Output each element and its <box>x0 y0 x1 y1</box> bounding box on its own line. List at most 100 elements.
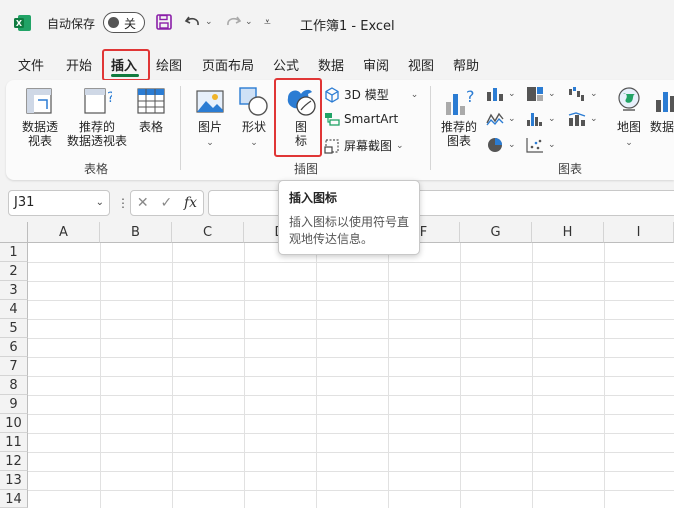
gridline <box>28 338 674 339</box>
pie-chart-button[interactable]: ⌄ <box>486 137 516 153</box>
name-box-dropdown-icon[interactable]: ⌄ <box>96 191 104 215</box>
pictures-button[interactable]: 图片 ⌄ <box>192 120 228 150</box>
tab-review[interactable]: 审阅 <box>363 55 389 74</box>
line-chart-button[interactable]: ⌄ <box>486 111 516 127</box>
title-bar: X 自动保存 关 ⌄ ⌄ ⩡ 工作簿1 - Excel <box>0 0 674 46</box>
spreadsheet-grid[interactable]: A B C D E F G H I 1 2 3 4 5 6 7 8 9 10 1… <box>0 222 674 508</box>
row-header[interactable]: 11 <box>0 433 28 452</box>
row-header[interactable]: 13 <box>0 471 28 490</box>
tab-formulas[interactable]: 公式 <box>273 55 299 74</box>
gridline <box>28 262 674 263</box>
3d-models-button[interactable]: 3D 模型 ⌄ <box>324 86 418 103</box>
maps-button[interactable]: 地图 ⌄ <box>610 120 648 150</box>
smartart-button[interactable]: SmartArt <box>324 111 398 127</box>
waterfall-chart-icon <box>569 87 584 101</box>
screenshot-button[interactable]: 屏幕截图 ⌄ <box>324 137 404 154</box>
redo-dropdown-icon[interactable]: ⌄ <box>245 12 253 32</box>
name-box[interactable]: J31 ⌄ <box>8 190 110 216</box>
ribbon-separator <box>180 86 181 170</box>
tab-home[interactable]: 开始 <box>66 55 92 74</box>
autosave-state: 关 <box>124 17 137 31</box>
row-header[interactable]: 7 <box>0 357 28 376</box>
smartart-icon <box>325 113 340 126</box>
save-icon[interactable] <box>155 12 173 32</box>
pivot-chart-button[interactable]: 数据 <box>650 120 674 134</box>
pivot-table-button[interactable]: 数据透 视表 <box>18 120 62 148</box>
gridline <box>28 395 674 396</box>
hierarchy-chart-icon <box>527 87 543 101</box>
tab-view[interactable]: 视图 <box>408 55 434 74</box>
svg-text:?: ? <box>107 90 112 106</box>
row-header[interactable]: 8 <box>0 376 28 395</box>
row-header[interactable]: 9 <box>0 395 28 414</box>
column-header[interactable]: I <box>604 222 674 243</box>
pivot-table-icon <box>26 88 52 114</box>
waterfall-chart-button[interactable]: ⌄ <box>568 86 598 102</box>
row-header[interactable]: 12 <box>0 452 28 471</box>
table-icon <box>137 88 165 114</box>
scatter-chart-dropdown-icon: ⌄ <box>548 140 556 150</box>
document-title: 工作簿1 - Excel <box>300 19 395 34</box>
maps-globe-icon <box>618 87 640 111</box>
recommended-charts-button[interactable]: 推荐的 图表 <box>438 120 480 148</box>
gridline <box>172 243 173 508</box>
gridline <box>460 243 461 508</box>
select-all-corner[interactable] <box>0 222 28 243</box>
cancel-icon[interactable]: ✕ <box>137 195 149 211</box>
highlight-insert-tab <box>102 49 150 81</box>
gridline <box>28 414 674 415</box>
column-chart-button[interactable]: ⌄ <box>486 86 516 102</box>
gridline <box>28 300 674 301</box>
row-header[interactable]: 4 <box>0 300 28 319</box>
recommended-pivot-button[interactable]: 推荐的 数据透视表 <box>64 120 130 148</box>
highlight-icons-button <box>274 78 322 157</box>
hierarchy-chart-dropdown-icon: ⌄ <box>548 89 556 99</box>
autosave-toggle[interactable]: 关 <box>103 12 145 33</box>
row-header[interactable]: 3 <box>0 281 28 300</box>
table-button[interactable]: 表格 <box>132 120 170 134</box>
recommended-pivot-icon: ? <box>84 88 112 114</box>
row-header[interactable]: 5 <box>0 319 28 338</box>
shapes-button[interactable]: 形状 ⌄ <box>236 120 272 150</box>
gridline <box>604 243 605 508</box>
statistic-chart-button[interactable]: ⌄ <box>526 111 556 127</box>
tooltip-title: 插入图标 <box>289 191 338 205</box>
tab-draw[interactable]: 绘图 <box>156 55 182 74</box>
row-header[interactable]: 14 <box>0 490 28 508</box>
screenshot-dropdown-icon: ⌄ <box>396 140 404 151</box>
more-options-icon[interactable]: ⋮ <box>117 196 129 210</box>
recommended-charts-icon: ? <box>446 87 475 115</box>
row-header[interactable]: 2 <box>0 262 28 281</box>
row-header[interactable]: 6 <box>0 338 28 357</box>
column-header[interactable]: H <box>532 222 604 243</box>
insert-function-button[interactable]: fx <box>184 195 197 211</box>
gridline <box>28 376 674 377</box>
scatter-chart-button[interactable]: ⌄ <box>526 137 556 153</box>
scatter-chart-icon <box>526 138 543 153</box>
column-header[interactable]: A <box>28 222 100 243</box>
column-header[interactable]: C <box>172 222 244 243</box>
column-header[interactable]: G <box>460 222 532 243</box>
column-header[interactable]: B <box>100 222 172 243</box>
undo-dropdown-icon[interactable]: ⌄ <box>205 12 213 32</box>
hierarchy-chart-button[interactable]: ⌄ <box>526 86 556 102</box>
combo-chart-button[interactable]: ⌄ <box>568 111 598 127</box>
enter-icon[interactable]: ✓ <box>160 195 172 211</box>
undo-icon[interactable] <box>184 12 202 32</box>
autosave-label: 自动保存 <box>47 17 96 31</box>
pie-chart-dropdown-icon: ⌄ <box>508 140 516 150</box>
gridline <box>28 452 674 453</box>
row-header[interactable]: 10 <box>0 414 28 433</box>
redo-icon[interactable] <box>224 12 242 32</box>
customize-toolbar-icon[interactable]: ⩡ <box>264 12 271 32</box>
row-header[interactable]: 1 <box>0 243 28 262</box>
column-chart-icon <box>487 88 503 101</box>
tab-file[interactable]: 文件 <box>18 55 44 74</box>
svg-text:X: X <box>16 19 23 28</box>
combo-chart-dropdown-icon: ⌄ <box>590 114 598 124</box>
tab-page-layout[interactable]: 页面布局 <box>202 55 254 74</box>
shapes-dropdown-icon: ⌄ <box>250 138 258 148</box>
tab-help[interactable]: 帮助 <box>453 55 479 74</box>
tab-data[interactable]: 数据 <box>318 55 344 74</box>
pictures-icon <box>196 90 224 113</box>
